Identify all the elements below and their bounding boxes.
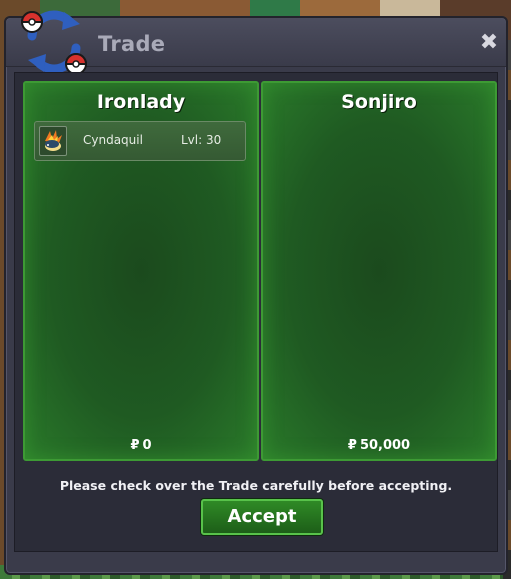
trade-notice: Please check over the Trade carefully be… xyxy=(59,478,453,493)
pokedollar-icon: ₽ xyxy=(130,438,140,453)
close-button[interactable]: ✖ xyxy=(478,32,500,54)
offered-pokemon-item[interactable]: Cyndaquil Lvl: 30 xyxy=(34,121,246,161)
left-player-name: Ironlady xyxy=(96,91,186,113)
right-money-amount: 50,000 xyxy=(359,438,411,453)
cyndaquil-sprite-icon xyxy=(39,126,67,156)
left-player-panel: Ironlady Cyndaquil Lvl: 30 ₽0 xyxy=(23,81,259,461)
pokemon-level: Lvl: 30 xyxy=(181,133,222,147)
left-money-amount: 0 xyxy=(142,438,152,453)
pokedollar-icon: ₽ xyxy=(347,438,357,453)
right-player-name: Sonjiro xyxy=(341,91,417,113)
accept-button[interactable]: Accept xyxy=(201,499,323,535)
dialog-title: Trade xyxy=(98,32,166,56)
trade-panels: Ironlady Cyndaquil Lvl: 30 ₽0 Sonjiro ₽ … xyxy=(14,72,498,552)
pokemon-name: Cyndaquil xyxy=(83,133,143,147)
trade-dialog: Trade ✖ Ironlady Cyndaquil Lvl: 30 ₽ 0 S… xyxy=(4,10,508,575)
right-player-panel: Sonjiro ₽50,000 xyxy=(261,81,497,461)
left-money: ₽0 xyxy=(25,438,257,453)
right-money: ₽50,000 xyxy=(263,438,495,453)
trade-exchange-icon xyxy=(20,10,88,75)
